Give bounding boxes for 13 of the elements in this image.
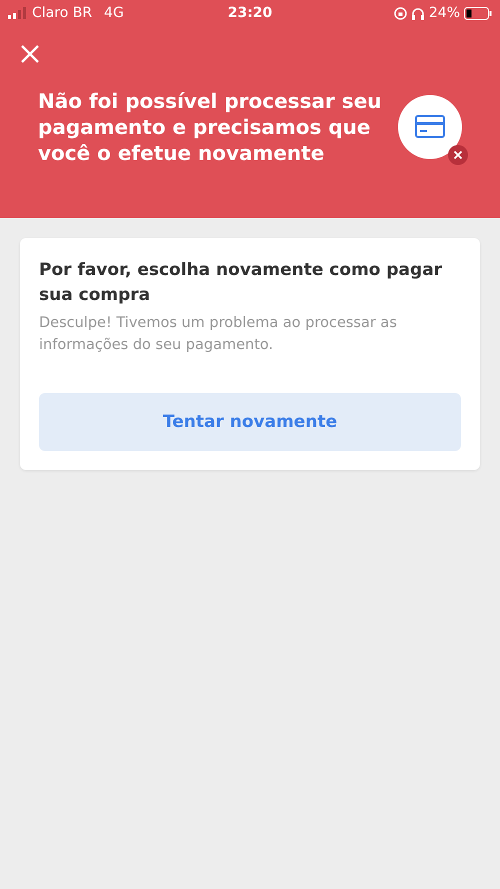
error-message: Desculpe! Tivemos um problema ao processar as informações do seu pagamento.	[39, 314, 398, 356]
carrier-name: Claro BR	[32, 5, 92, 21]
headphones-icon	[410, 6, 425, 20]
error-badge-icon	[448, 145, 468, 165]
battery-percent: 24%	[428, 5, 460, 21]
rotation-lock-icon	[394, 6, 407, 20]
card-title: Por favor, escolha novamente como pagar sua compra	[39, 259, 444, 307]
clock: 23:20	[228, 5, 272, 21]
retry-button[interactable]: Tentar novamente	[39, 392, 461, 451]
network-type: 4G	[104, 5, 124, 21]
signal-icon	[8, 7, 28, 19]
battery-icon	[464, 6, 492, 20]
error-title: Não foi possível processar seu pagamento e precisamos que você o efetue novamente	[38, 88, 382, 166]
